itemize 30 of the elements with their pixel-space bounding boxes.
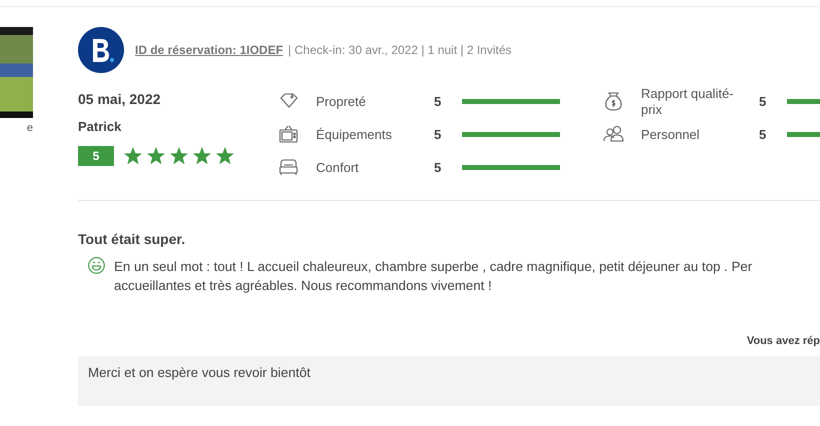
rating-score: 5 bbox=[434, 160, 442, 175]
rating-label: Personnel bbox=[641, 126, 701, 142]
photo-caption: e bbox=[26, 122, 33, 134]
booking-details: | Check-in: 30 avr., 2022 | 1 nuit | 2 Invités bbox=[288, 43, 512, 57]
rating-score: 5 bbox=[759, 94, 768, 109]
star-icon bbox=[215, 146, 235, 166]
rating-score: 5 bbox=[434, 127, 442, 142]
rating-label: Propreté bbox=[316, 94, 367, 110]
star-icon bbox=[169, 146, 189, 166]
rating-label: Rapport qualité-prix bbox=[641, 86, 734, 118]
star-icon bbox=[192, 146, 212, 166]
reply-text: Merci et on espère vous revoir bientôt bbox=[78, 356, 820, 406]
review-date: 05 mai, 2022 bbox=[78, 91, 162, 107]
reviewer-name: Patrick bbox=[78, 119, 122, 134]
tv-icon bbox=[278, 124, 299, 145]
bed-icon bbox=[278, 157, 299, 178]
money-bag-icon bbox=[603, 91, 624, 112]
rating-score: 5 bbox=[759, 127, 768, 142]
hotel-logo-icon bbox=[78, 27, 124, 73]
score-badge: 5 bbox=[78, 146, 114, 166]
smiley-icon bbox=[88, 257, 105, 274]
star-icon bbox=[123, 146, 143, 166]
booking-id-link[interactable]: ID de réservation: 1IODEF bbox=[135, 43, 284, 57]
rating-score: 5 bbox=[434, 94, 442, 109]
reply-label: Vous avez rép bbox=[746, 335, 820, 347]
review-text: En un seul mot : tout ! L accueil chaleureux, chambre superbe , cadre magnifique, petit déjeuner au top . Per accueillantes et très agréables. Nous recommandons vivement ! bbox=[114, 258, 754, 295]
rating-label: Confort bbox=[316, 160, 360, 176]
star-icon bbox=[146, 146, 166, 166]
review-title: Tout était super. bbox=[78, 231, 186, 247]
rating-label: Équipements bbox=[316, 126, 393, 142]
